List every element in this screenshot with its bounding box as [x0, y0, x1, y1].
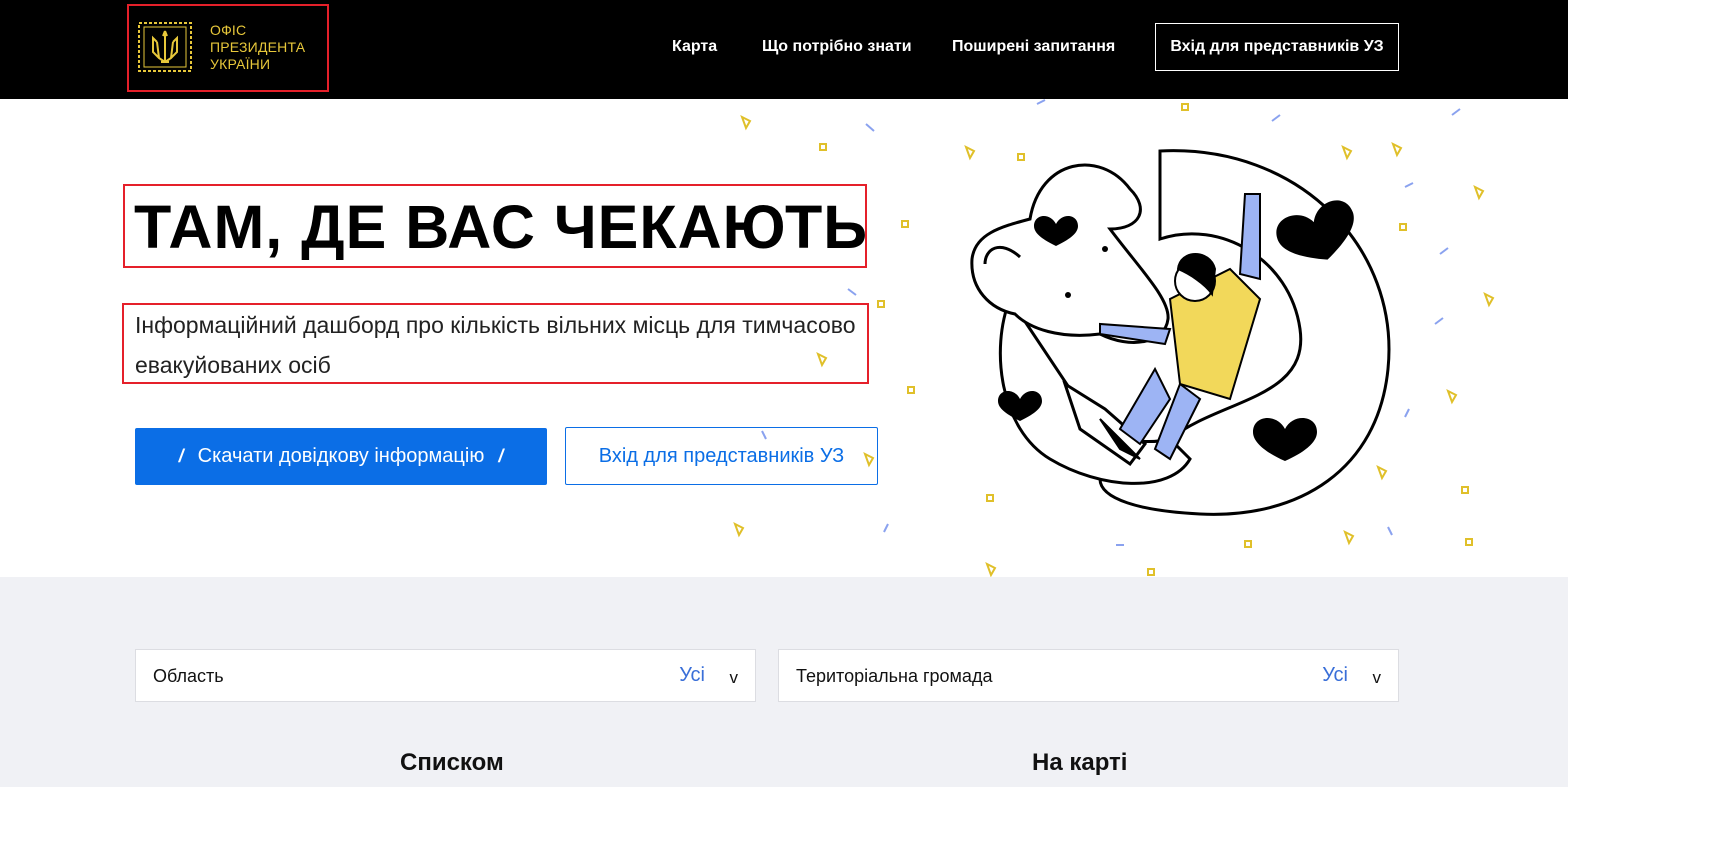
region-filter-label: Область: [153, 666, 224, 686]
community-filter-label: Територіальна громада: [796, 666, 993, 686]
chevron-down-icon: v: [729, 668, 739, 687]
region-filter-value: Усі: [679, 664, 705, 686]
hero-section: ТАМ, ДЕ ВАС ЧЕКАЮТЬ Інформаційний дашбор…: [0, 99, 1568, 577]
download-info-label: Скачати довідкову інформацію: [197, 445, 485, 467]
tab-list-view[interactable]: Списком: [400, 749, 504, 777]
dog-and-girl-illustration: [733, 99, 1495, 577]
top-navbar: ОФІС ПРЕЗИДЕНТА УКРАЇНИ Карта Що потрібн…: [0, 0, 1568, 99]
download-info-button[interactable]: / Скачати довідкову інформацію /: [135, 428, 547, 485]
header-login-button[interactable]: Вхід для представників УЗ: [1155, 23, 1399, 71]
community-filter-select[interactable]: Територіальна громада Усі v: [778, 649, 1399, 702]
nav-link-what-to-know[interactable]: Що потрібно знати: [762, 38, 912, 56]
region-filter-select[interactable]: Область Усі v: [135, 649, 756, 702]
logo-line-2: ПРЕЗИДЕНТА: [210, 39, 306, 55]
logo-line-3: УКРАЇНИ: [210, 56, 271, 72]
nav-link-map[interactable]: Карта: [672, 38, 717, 56]
filters-section: Область Усі v Територіальна громада Усі …: [0, 577, 1568, 787]
nav-link-faq[interactable]: Поширені запитання: [952, 38, 1115, 56]
trident-icon: [138, 22, 192, 72]
community-filter-value: Усі: [1322, 664, 1348, 686]
logo-text: ОФІС ПРЕЗИДЕНТА УКРАЇНИ: [210, 22, 305, 73]
slash-decor-icon: /: [178, 446, 184, 466]
slash-decor-icon: /: [498, 446, 504, 466]
tab-map-view[interactable]: На карті: [1032, 749, 1127, 777]
logo-line-1: ОФІС: [210, 22, 247, 38]
chevron-down-icon: v: [1372, 668, 1382, 687]
